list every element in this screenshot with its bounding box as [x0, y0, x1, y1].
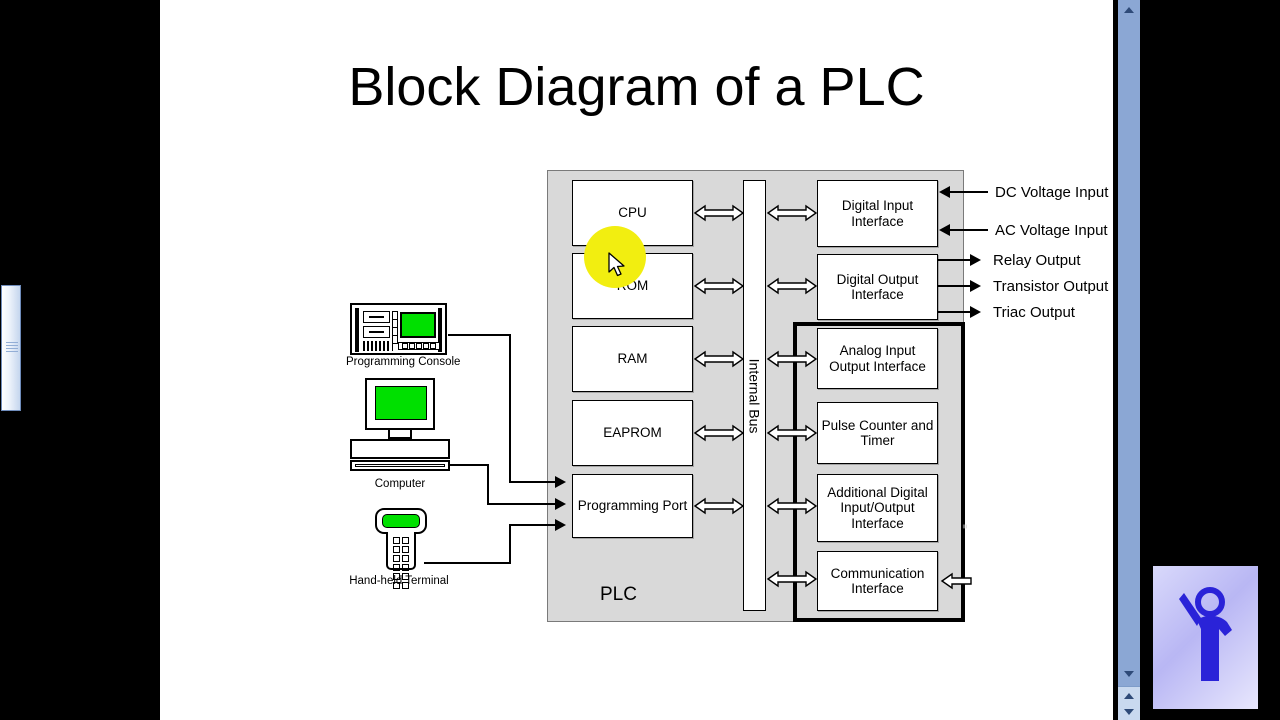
chevron-up-icon [1124, 7, 1134, 13]
label-ac-voltage-input: AC Voltage Input [995, 222, 1108, 239]
computer-screen [375, 386, 427, 420]
arrowhead-transistor-output [970, 280, 981, 292]
arrowhead-triac-output [970, 306, 981, 318]
computer-case [350, 439, 450, 459]
arrowhead-handheld [555, 519, 566, 531]
block-additional-digital-io: Additional Digital Input/Output Interfac… [817, 474, 938, 542]
arrowhead-console [555, 476, 566, 488]
handheld-keypad [386, 532, 416, 589]
computer-monitor-stand [388, 430, 412, 439]
communication-external-arrow [940, 572, 972, 590]
console-screen [400, 312, 436, 338]
label-transistor-output: Transistor Output [993, 278, 1109, 295]
block-ram: RAM [572, 326, 693, 392]
double-chevron-up-icon [1124, 693, 1134, 699]
person-figure-icon [1179, 587, 1232, 681]
line-console-v [509, 334, 511, 482]
arrowhead-dc-voltage-input [939, 186, 950, 198]
line-computer-h1 [450, 464, 489, 466]
arrowhead-ac-voltage-input [939, 224, 950, 236]
mouse-cursor [608, 252, 625, 277]
label-dc-voltage-input: DC Voltage Input [995, 184, 1109, 201]
label-programming-console: Programming Console [346, 356, 461, 368]
scrollbar-grip-lines [6, 342, 18, 353]
label-triac-output: Triac Output [993, 304, 1075, 321]
line-console-h1 [448, 334, 511, 336]
block-eaprom: EAPROM [572, 400, 693, 466]
scroll-down-button[interactable] [1118, 666, 1140, 682]
page-title: Block Diagram of a PLC [348, 57, 925, 117]
line-computer-v [487, 464, 489, 505]
computer-icon [350, 378, 450, 476]
handheld-screen-shell [375, 508, 427, 534]
next-slide-button[interactable] [1118, 704, 1140, 720]
console-keypad [398, 342, 440, 350]
internal-bus-label: Internal Bus [746, 358, 763, 433]
line-console-h2 [509, 481, 557, 483]
programming-console-icon [350, 303, 447, 355]
arrowhead-relay-output [970, 254, 981, 266]
block-communication-interface: Communication Interface [817, 551, 938, 611]
block-analog-io-interface: Analog Input Output Interface [817, 328, 938, 389]
vertical-scrollbar[interactable] [1118, 0, 1140, 720]
internal-bus-label-wrap: Internal Bus [743, 180, 766, 611]
line-relay-output [938, 259, 972, 261]
previous-slide-button[interactable] [1118, 688, 1140, 704]
plc-label: PLC [600, 584, 637, 605]
block-pulse-counter-timer: Pulse Counter and Timer [817, 402, 938, 464]
chevron-down-icon [1124, 671, 1134, 677]
slide-canvas: Block Diagram of a PLC PLC CPU ROM RAM E… [160, 0, 1258, 720]
computer-monitor [365, 378, 435, 430]
line-handheld-h1 [424, 562, 511, 564]
scroll-pager-buttons[interactable] [1118, 686, 1140, 720]
block-digital-input-interface: Digital Input Interface [817, 180, 938, 247]
line-dc-voltage-input [950, 191, 988, 193]
line-handheld-v [509, 525, 511, 563]
line-transistor-output [938, 285, 972, 287]
screen: Block Diagram of a PLC PLC CPU ROM RAM E… [0, 0, 1280, 720]
handheld-terminal-icon [375, 508, 427, 589]
label-handheld-terminal: Hand-held Terminal [349, 575, 449, 587]
double-chevron-down-icon [1124, 709, 1134, 715]
arrowhead-computer [555, 498, 566, 510]
block-programming-port: Programming Port [572, 474, 693, 538]
bus-arrows-right [766, 204, 818, 588]
expansion-side-mark: ≡ [960, 524, 969, 528]
presenter-logo [1153, 566, 1258, 709]
block-digital-output-interface: Digital Output Interface [817, 254, 938, 320]
scrollbar-thumb[interactable] [1, 285, 21, 411]
label-computer: Computer [374, 478, 426, 490]
bus-arrows-left [693, 204, 745, 515]
line-handheld-h2 [509, 524, 557, 526]
computer-keyboard [350, 460, 450, 471]
label-relay-output: Relay Output [993, 252, 1081, 269]
line-triac-output [938, 311, 972, 313]
line-computer-h2 [487, 503, 557, 505]
scroll-up-button[interactable] [1118, 2, 1140, 18]
line-ac-voltage-input [950, 229, 988, 231]
